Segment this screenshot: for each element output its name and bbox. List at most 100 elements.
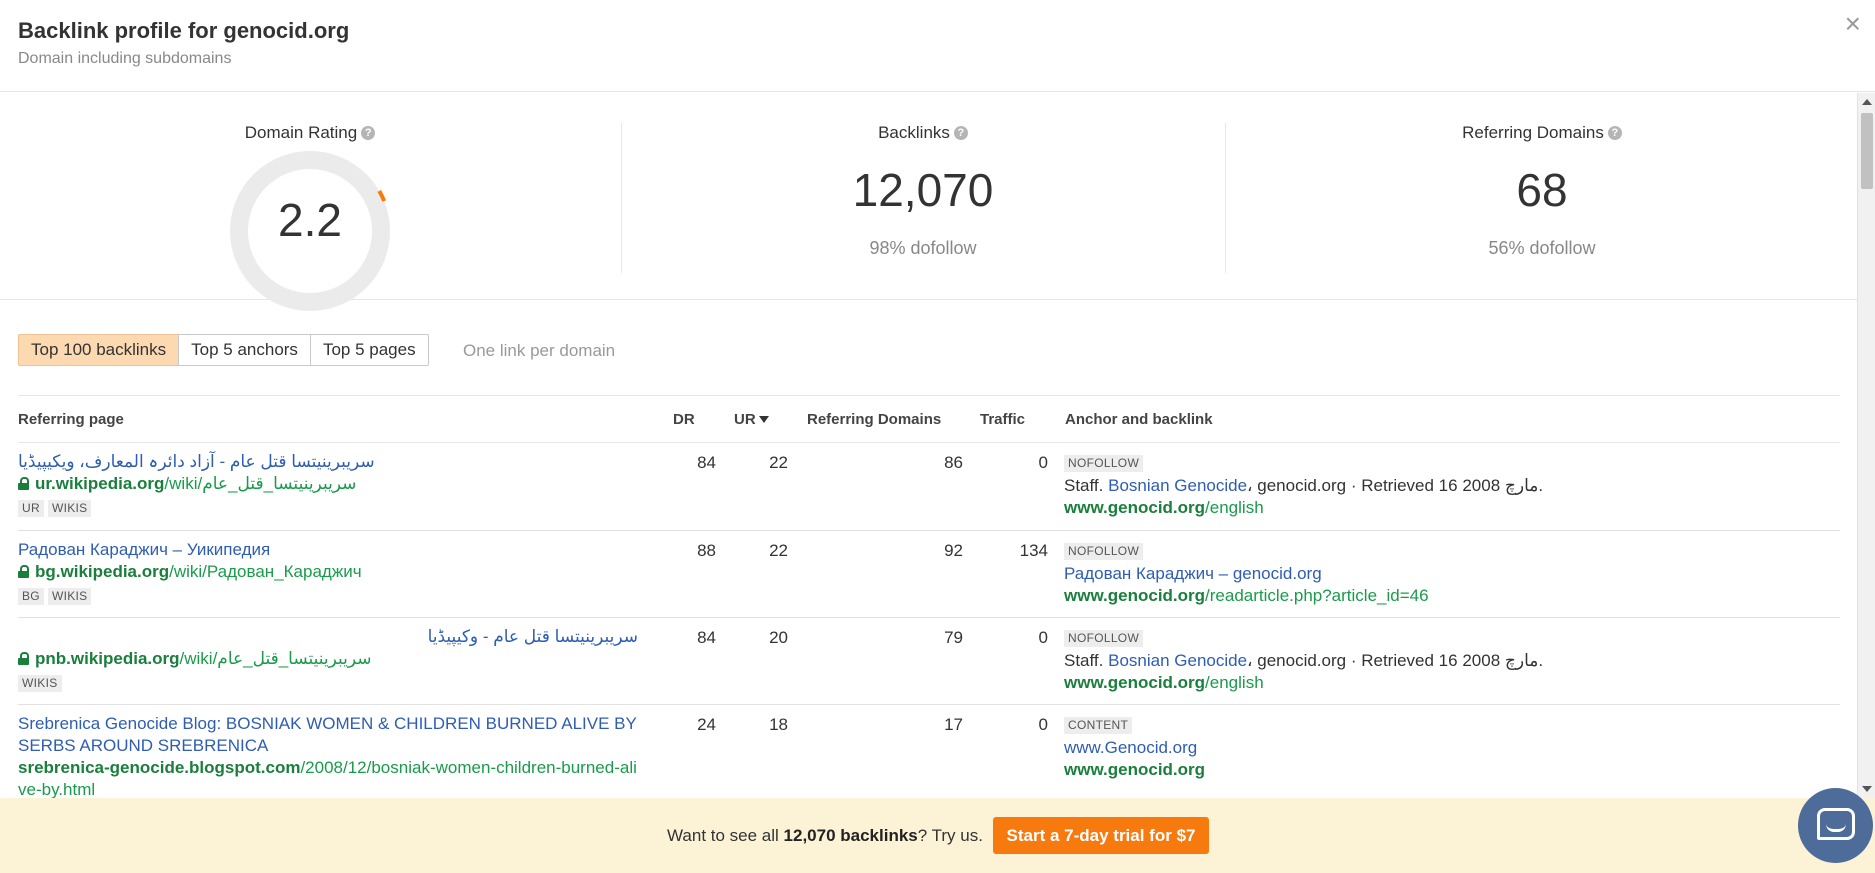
modal-title: Backlink profile for genocid.org: [18, 18, 350, 43]
column-header-ur[interactable]: UR: [734, 411, 769, 428]
backlink-target-url[interactable]: www.genocid.org/readarticle.php?article_…: [1064, 585, 1429, 607]
referring-page-url[interactable]: srebrenica-genocide.blogspot.com/2008/12…: [18, 757, 640, 798]
category-badge: WIKIS: [47, 588, 92, 605]
referring-page-domain: pnb.wikipedia.org: [35, 649, 180, 668]
anchor-link[interactable]: www.Genocid.org: [1064, 738, 1197, 757]
close-icon[interactable]: ×: [1845, 10, 1861, 38]
one-link-per-domain-note: One link per domain: [463, 341, 616, 360]
scroll-area[interactable]: Domain Rating? 2.2 Backlinks? 12,070 98%…: [0, 93, 1875, 798]
help-icon[interactable]: ?: [953, 126, 968, 140]
scrollbar-thumb[interactable]: [1861, 113, 1873, 189]
referring-page-title[interactable]: Srebrenica Genocide Blog: BOSNIAK WOMEN …: [18, 713, 640, 757]
column-header-traffic[interactable]: Traffic: [980, 411, 1025, 428]
anchor-post: ، genocid.org · Retrieved 16 مارچ 2008.: [1247, 476, 1544, 495]
backlink-target-url[interactable]: www.genocid.org: [1064, 759, 1205, 781]
lock-icon: [18, 652, 29, 665]
upgrade-message: Want to see all 12,070 backlinks? Try us…: [667, 826, 983, 846]
referring-page-url[interactable]: bg.wikipedia.org/wiki/Радован_Караджич: [18, 561, 638, 583]
traffic-value: 0: [1038, 628, 1048, 647]
referring-page-path: /wiki/Радован_Караджич: [169, 562, 362, 581]
help-icon[interactable]: ?: [361, 126, 376, 140]
column-header-ur-text: UR: [734, 411, 756, 428]
anchor-pre: Staff.: [1064, 476, 1109, 495]
anchor-link[interactable]: Bosnian Genocide: [1108, 651, 1247, 670]
table-top-border: [18, 395, 1840, 396]
stats-panel: Domain Rating? 2.2 Backlinks? 12,070 98%…: [0, 93, 1858, 311]
referring-domains-stat: Referring Domains? 68 56% dofollow: [1226, 93, 1858, 300]
tab-top-5-anchors[interactable]: Top 5 anchors: [178, 334, 311, 366]
referring-domains-value: 68: [1516, 164, 1568, 216]
target-path: /readarticle.php?article_id=46: [1205, 586, 1429, 605]
target-path: /english: [1205, 673, 1264, 692]
backlinks-stat: Backlinks? 12,070 98% dofollow: [622, 93, 1224, 300]
traffic-value: 0: [1038, 453, 1048, 472]
scroll-up-icon[interactable]: [1862, 99, 1872, 105]
referring-domains-value: 79: [944, 628, 963, 647]
anchor-link[interactable]: Bosnian Genocide: [1108, 476, 1247, 495]
backlinks-label-text: Backlinks: [878, 123, 950, 142]
backlink-tabs: Top 100 backlinks Top 5 anchors Top 5 pa…: [18, 334, 429, 366]
anchor-text: www.Genocid.org: [1064, 737, 1197, 759]
anchor-text: Staff. Bosnian Genocide، genocid.org · R…: [1064, 475, 1543, 497]
chat-launcher-button[interactable]: [1798, 788, 1873, 863]
column-header-referring-domains[interactable]: Referring Domains: [807, 411, 941, 428]
category-badge: WIKIS: [47, 500, 92, 517]
anchor-text: Staff. Bosnian Genocide، genocid.org · R…: [1064, 650, 1543, 672]
target-domain: www.genocid.org: [1064, 498, 1206, 517]
help-icon[interactable]: ?: [1607, 126, 1622, 140]
scroll-down-icon[interactable]: [1862, 786, 1872, 792]
referring-page-url[interactable]: ur.wikipedia.org/wiki/سریبرینیتسا_قتل_عا…: [18, 473, 638, 495]
backlink-target-url[interactable]: www.genocid.org/english: [1064, 672, 1264, 694]
tab-top-100-backlinks[interactable]: Top 100 backlinks: [18, 334, 180, 366]
target-path: /english: [1205, 498, 1264, 517]
modal-subtitle: Domain including subdomains: [18, 50, 232, 67]
tab-top-5-pages[interactable]: Top 5 pages: [309, 334, 429, 366]
ur-value: 18: [769, 715, 788, 734]
referring-domains-value: 92: [944, 541, 963, 560]
upgrade-banner: Want to see all 12,070 backlinks? Try us…: [0, 798, 1875, 873]
anchor-post: ، genocid.org · Retrieved 16 مارچ 2008.: [1247, 651, 1544, 670]
dr-value: 84: [697, 628, 716, 647]
ur-value: 22: [769, 541, 788, 560]
modal-header: Backlink profile for genocid.org Domain …: [0, 0, 1875, 92]
link-type-badge: NOFOLLOW: [1064, 543, 1144, 560]
referring-page-path: /wiki/سریبرینیتسا_قتل_عام: [179, 649, 372, 668]
lock-icon: [18, 477, 29, 490]
referring-page-title[interactable]: Радован Караджич – Уикипедия: [18, 539, 638, 561]
column-header-dr[interactable]: DR: [673, 411, 695, 428]
target-domain: www.genocid.org: [1064, 673, 1206, 692]
dr-value: 84: [697, 453, 716, 472]
column-header-anchor: Anchor and backlink: [1065, 411, 1213, 428]
sort-desc-icon: [758, 416, 769, 423]
domain-rating-label: Domain Rating?: [0, 123, 620, 143]
link-type-badge: NOFOLLOW: [1064, 630, 1144, 647]
ur-value: 22: [769, 453, 788, 472]
target-domain: www.genocid.org: [1064, 586, 1206, 605]
vertical-scrollbar[interactable]: [1857, 93, 1875, 798]
backlinks-value: 12,070: [852, 164, 994, 216]
table-row: Srebrenica Genocide Blog: BOSNIAK WOMEN …: [18, 705, 1840, 798]
category-badge: WIKIS: [18, 675, 62, 692]
backlinks-label: Backlinks?: [622, 123, 1224, 143]
anchor-link[interactable]: Радован Караджич – genocid.org: [1064, 564, 1322, 583]
link-type-badge: CONTENT: [1064, 717, 1133, 734]
badge-group: BG WIKIS: [18, 587, 95, 605]
domain-rating-value: 2.2: [278, 194, 342, 246]
backlink-target-url[interactable]: www.genocid.org/english: [1064, 497, 1264, 519]
column-header-referring-page: Referring page: [18, 411, 124, 428]
start-trial-button[interactable]: Start a 7-day trial for $7: [993, 817, 1209, 854]
dr-value: 88: [697, 541, 716, 560]
traffic-value: 0: [1038, 715, 1048, 734]
referring-page-title[interactable]: سریبرینیتسا قتل عام - آزاد دائرہ المعارف…: [18, 451, 638, 473]
language-badge: BG: [18, 588, 44, 605]
referring-page-url[interactable]: pnb.wikipedia.org/wiki/سریبرینیتسا_قتل_ع…: [18, 648, 638, 670]
referring-domains-value: 17: [944, 715, 963, 734]
badge-group: WIKIS: [18, 674, 66, 692]
upgrade-message-count: 12,070 backlinks: [783, 826, 918, 845]
referring-domains-value: 86: [944, 453, 963, 472]
link-type-badge: NOFOLLOW: [1064, 455, 1144, 472]
referring-domains-dofollow: 56% dofollow: [1488, 238, 1596, 258]
referring-page-title[interactable]: سریبرینیتسا قتل عام - وکیپیڈیا: [18, 626, 638, 648]
referring-page-domain: ur.wikipedia.org: [35, 474, 165, 493]
dr-value: 24: [697, 715, 716, 734]
